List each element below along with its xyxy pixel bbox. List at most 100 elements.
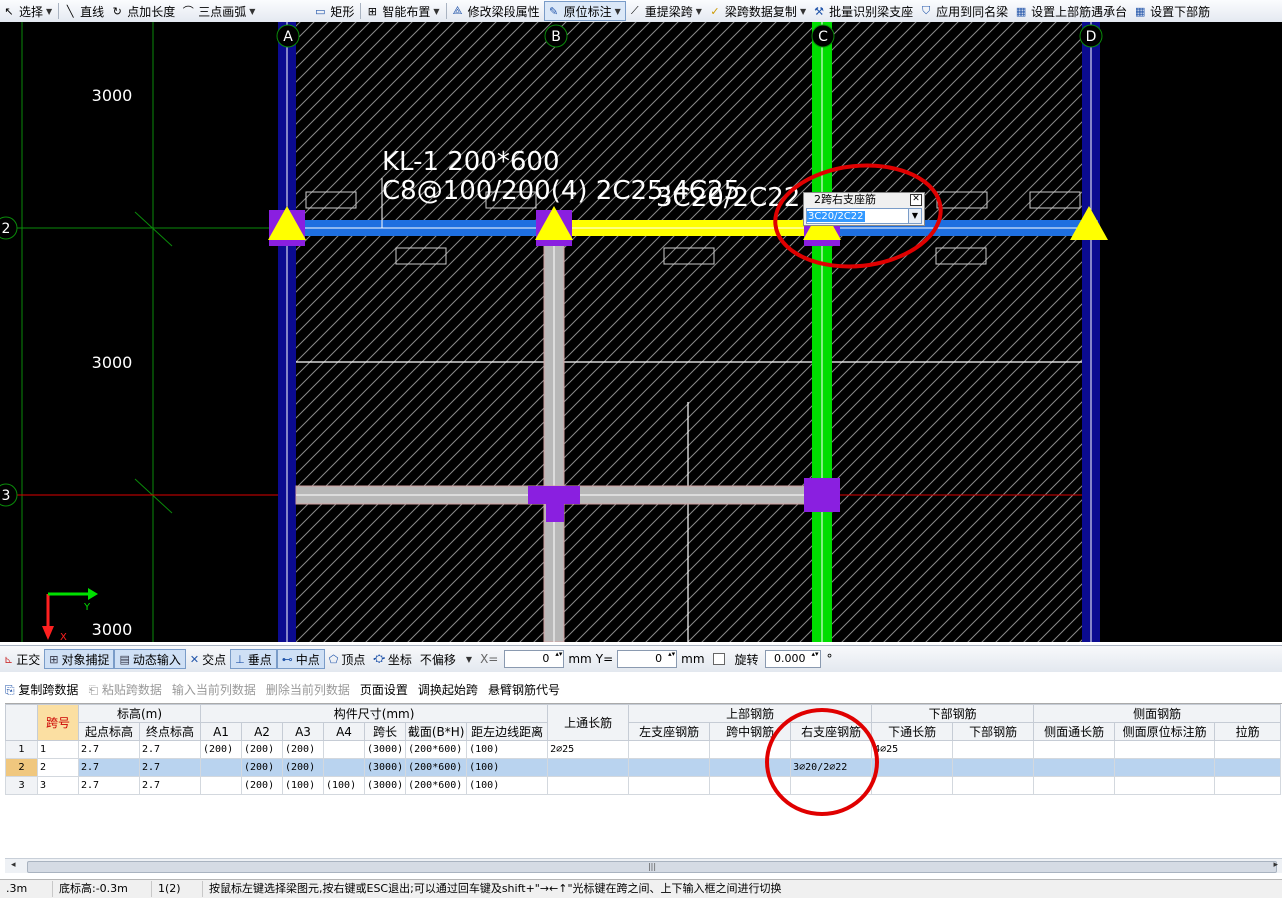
scroll-thumb[interactable]: ||| [27, 861, 1277, 873]
vertex-snap[interactable]: ⬠ 顶点 [325, 649, 370, 669]
table-cell-st[interactable] [1033, 758, 1116, 777]
row-number[interactable]: 3 [5, 776, 38, 795]
table-cell-s[interactable]: 2.7 [78, 758, 140, 777]
table-cell-span[interactable]: 1 [37, 740, 79, 759]
table-cell-so[interactable] [1114, 740, 1216, 759]
rotate-checkbox[interactable] [712, 653, 725, 665]
table-cell-bt[interactable]: 4⌀25 [871, 740, 954, 759]
midpoint-snap[interactable]: ⊷ 中点 [276, 649, 325, 669]
copy-span-data-button[interactable]: ⎘ 复制跨数据 [0, 681, 83, 698]
table-cell-dist[interactable]: (100) [466, 758, 549, 777]
table-cell-mid[interactable] [709, 740, 792, 759]
table-cell-sec[interactable]: (200*600) [405, 758, 468, 777]
table-cell-tt[interactable] [547, 776, 630, 795]
table-cell-e[interactable]: 2.7 [139, 740, 201, 759]
chevron-down-icon[interactable]: ▼ [433, 7, 439, 16]
line-tool-button[interactable]: ╲ 直线 [61, 1, 108, 21]
smart-layout-button[interactable]: ⊞ 智能布置 ▼ [363, 1, 443, 21]
table-cell-dist[interactable]: (100) [466, 776, 549, 795]
inplace-rebar-input[interactable]: 2跨右支座筋 ✕ 3C20/2C22 ▼ [803, 192, 925, 226]
table-cell-rs[interactable]: 3⌀20/2⌀22 [790, 758, 873, 777]
re-extract-span-button[interactable]: ⟋ 重提梁跨 ▼ [626, 1, 706, 21]
ortho-toggle[interactable]: ⊾ 正交 [0, 649, 44, 669]
row-number[interactable]: 1 [5, 740, 38, 759]
beam-name-label[interactable]: KL-1 200*600 [382, 147, 560, 177]
table-cell-a2[interactable]: (200) [241, 776, 283, 795]
copy-span-data-button[interactable]: ✓ 梁跨数据复制 ▼ [706, 1, 810, 21]
table-cell-tt[interactable] [547, 758, 630, 777]
dynamic-input-toggle[interactable]: ▤ 动态输入 [114, 649, 186, 669]
chevron-down-icon[interactable]: ▼ [249, 7, 255, 16]
table-cell-ls[interactable] [628, 740, 711, 759]
table-cell-ls[interactable] [628, 758, 711, 777]
intersection-snap[interactable]: ✕ 交点 [186, 649, 230, 669]
chevron-down-icon[interactable]: ▼ [908, 208, 922, 224]
table-cell-s[interactable]: 2.7 [78, 776, 140, 795]
table-cell-st[interactable] [1033, 740, 1116, 759]
in-place-annotation-button[interactable]: ✎ 原位标注 ▼ [543, 1, 626, 21]
table-cell-bt[interactable] [871, 758, 954, 777]
swap-start-span-button[interactable]: 调换起始跨 [413, 681, 483, 698]
table-cell-a2[interactable]: (200) [241, 740, 283, 759]
delete-column-data-button[interactable]: 删除当前列数据 [261, 681, 355, 698]
table-cell-a4[interactable]: (100) [323, 776, 365, 795]
table-cell-tt[interactable]: 2⌀25 [547, 740, 630, 759]
table-cell-mid[interactable] [709, 758, 792, 777]
perpendicular-snap[interactable]: ⊥ 垂点 [230, 649, 277, 669]
set-bottom-rebar-button[interactable]: ▦ 设置下部筋 [1131, 1, 1214, 21]
table-cell-a1[interactable] [200, 776, 242, 795]
batch-identify-support-button[interactable]: ⚒ 批量识别梁支座 [810, 1, 917, 21]
table-cell-a1[interactable] [200, 758, 242, 777]
table-cell-ls[interactable] [628, 776, 711, 795]
chevron-down-icon[interactable]: ▼ [615, 7, 621, 16]
rotate-input[interactable]: 0.000 [764, 650, 821, 668]
table-cell-tie[interactable] [1214, 758, 1282, 777]
scroll-right-icon[interactable]: ▸ [1273, 860, 1278, 870]
table-cell-a3[interactable]: (100) [282, 776, 324, 795]
table-row[interactable]: 2 2 2.7 2.7 (200) (200) (3000) (200*600) (100) 3⌀… [5, 758, 1282, 777]
column[interactable] [804, 478, 840, 512]
page-setup-button[interactable]: 页面设置 [355, 681, 413, 698]
table-cell-e[interactable]: 2.7 [139, 776, 201, 795]
table-cell-len[interactable]: (3000) [363, 740, 407, 759]
table-cell-span[interactable]: 3 [37, 776, 79, 795]
apply-same-name-button[interactable]: ⛉ 应用到同名梁 [917, 1, 1012, 21]
table-cell-s[interactable]: 2.7 [78, 740, 140, 759]
set-top-rebar-button[interactable]: ▦ 设置上部筋遇承台 [1012, 1, 1131, 21]
table-cell-a3[interactable]: (200) [282, 740, 324, 759]
table-cell-bt[interactable] [871, 776, 954, 795]
table-cell-dist[interactable]: (100) [466, 740, 549, 759]
table-cell-e[interactable]: 2.7 [139, 758, 201, 777]
rectangle-tool-button[interactable]: ▭ 矩形 [311, 1, 358, 21]
table-cell-so[interactable] [1114, 776, 1216, 795]
row-number[interactable]: 2 [5, 758, 38, 777]
table-cell-sec[interactable]: (200*600) [405, 776, 468, 795]
plan-drawing[interactable]: A B C D 2 3 3000 3000 3000 KL-1 200*600 … [0, 22, 1282, 642]
select-tool-button[interactable]: ↖ 选择 ▼ [0, 1, 56, 21]
table-cell-tie[interactable] [1214, 776, 1282, 795]
chevron-down-icon[interactable]: ▼ [46, 7, 52, 16]
table-row[interactable]: 3 3 2.7 2.7 (200) (100) (100) (3000) (200*600) (1… [5, 776, 1282, 795]
table-cell-mid[interactable] [709, 776, 792, 795]
table-cell-bb[interactable] [952, 776, 1035, 795]
table-cell-span[interactable]: 2 [37, 758, 79, 777]
x-input[interactable]: 0 [504, 650, 565, 668]
table-cell-tie[interactable] [1214, 740, 1282, 759]
table-cell-a4[interactable] [323, 758, 365, 777]
arc-tool-button[interactable]: ⌒ 三点画弧 ▼ [179, 1, 259, 21]
horizontal-scrollbar[interactable]: ◂ ||| ▸ [5, 858, 1282, 873]
scroll-left-icon[interactable]: ◂ [11, 860, 16, 870]
table-cell-bb[interactable] [952, 740, 1035, 759]
table-cell-bb[interactable] [952, 758, 1035, 777]
object-snap-toggle[interactable]: ⊞ 对象捕捉 [44, 649, 115, 669]
table-cell-st[interactable] [1033, 776, 1116, 795]
table-row[interactable]: 1 1 2.7 2.7 (200) (200) (200) (3000) (200*600) (1… [5, 740, 1282, 759]
column[interactable] [546, 486, 564, 522]
y-input[interactable]: 0 [617, 650, 678, 668]
table-cell-rs[interactable] [790, 740, 873, 759]
coordinate-snap[interactable]: ⛮ 坐标 [369, 649, 416, 669]
table-cell-a1[interactable]: (200) [200, 740, 242, 759]
input-column-data-button[interactable]: 输入当前列数据 [167, 681, 261, 698]
table-cell-rs[interactable] [790, 776, 873, 795]
paste-span-data-button[interactable]: ⎗ 粘贴跨数据 [83, 681, 166, 698]
